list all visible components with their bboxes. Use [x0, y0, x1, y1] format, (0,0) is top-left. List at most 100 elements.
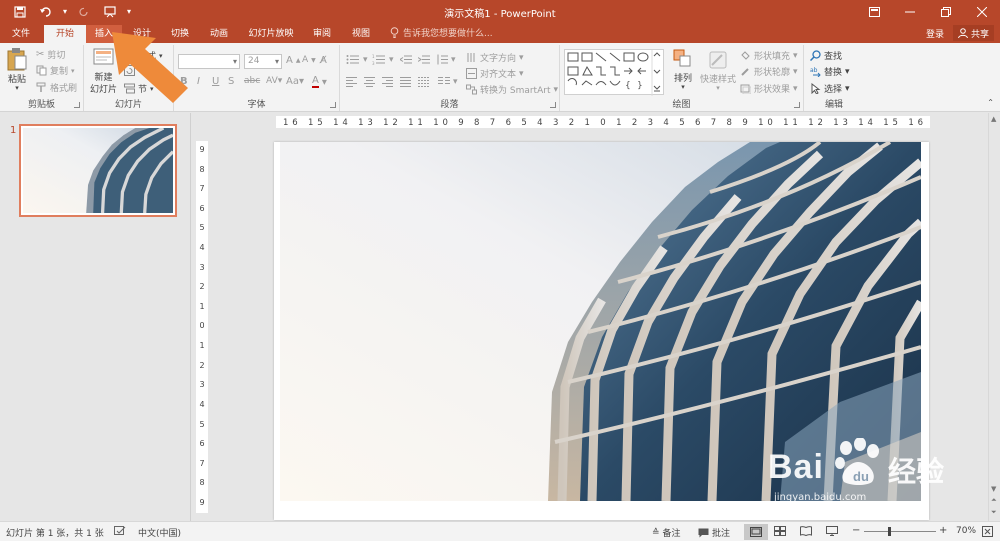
slide-sorter-icon[interactable]: [774, 526, 786, 536]
paragraph-launcher-icon[interactable]: [550, 102, 556, 108]
vertical-ruler-label: 4: [199, 399, 205, 409]
zoom-slider-thumb[interactable]: [888, 527, 891, 536]
paint-bucket-icon: [741, 51, 750, 60]
sign-in-link[interactable]: 登录: [926, 27, 944, 40]
fit-to-window-icon[interactable]: [982, 526, 993, 537]
tab-view[interactable]: 视图: [342, 25, 380, 43]
shadow-icon[interactable]: S: [228, 76, 234, 87]
section-button[interactable]: 节 ▾: [124, 82, 154, 95]
shrink-font-icon[interactable]: A ▼: [302, 55, 316, 65]
spell-check-icon[interactable]: [114, 526, 126, 537]
italic-icon[interactable]: I: [197, 76, 200, 87]
undo-dropdown-icon[interactable]: ▾: [60, 2, 70, 21]
columns-icon[interactable]: ▾: [438, 76, 458, 87]
clipboard-launcher-icon[interactable]: [74, 102, 80, 108]
slide-thumbnail[interactable]: [19, 124, 177, 217]
scroll-down-icon[interactable]: ▼: [991, 485, 996, 493]
slide-canvas[interactable]: [274, 142, 929, 520]
status-bar: 幻灯片 第 1 张，共 1 张 中文(中国) ≙ 备注 批注 − + 70%: [0, 521, 1000, 541]
shape-outline-button[interactable]: 形状轮廓 ▾: [740, 65, 798, 78]
normal-view-icon[interactable]: [744, 524, 768, 540]
clear-format-icon[interactable]: A̸: [320, 55, 327, 66]
zoom-slider[interactable]: [864, 527, 936, 536]
undo-icon[interactable]: [34, 2, 58, 21]
shape-fill-button[interactable]: 形状填充 ▾: [740, 49, 798, 62]
zoom-in-button[interactable]: +: [939, 525, 947, 536]
minimize-icon[interactable]: [892, 0, 928, 23]
tab-animations[interactable]: 动画: [200, 25, 238, 43]
select-button[interactable]: 选择 ▾: [810, 82, 850, 95]
language-status[interactable]: 中文(中国): [138, 526, 181, 539]
align-left-icon[interactable]: [346, 76, 357, 87]
comment-icon: [698, 528, 709, 537]
copy-button[interactable]: 复制 ▾: [36, 64, 75, 77]
customize-qat-icon[interactable]: ▾: [124, 2, 134, 21]
zoom-out-button[interactable]: −: [852, 525, 860, 536]
quick-styles-button[interactable]: 快速样式 ▾: [700, 49, 736, 92]
slideshow-view-icon[interactable]: [826, 526, 838, 536]
tab-transitions[interactable]: 切换: [162, 25, 198, 43]
shape-effects-button[interactable]: 形状效果 ▾: [740, 82, 798, 95]
find-button[interactable]: 查找: [810, 49, 842, 62]
restore-icon[interactable]: [928, 0, 964, 23]
drawing-launcher-icon[interactable]: [794, 102, 800, 108]
paste-button[interactable]: 粘贴 ▾: [6, 47, 28, 92]
notes-button[interactable]: ≙ 备注: [652, 526, 681, 540]
presentation-icon[interactable]: [98, 2, 122, 21]
cut-button[interactable]: ✂ 剪切: [36, 48, 65, 61]
save-icon[interactable]: [8, 2, 32, 21]
building-photo[interactable]: [280, 142, 921, 501]
distributed-icon[interactable]: [418, 76, 429, 87]
vertical-scrollbar[interactable]: ▲ ▼ ⏶ ⏷: [988, 113, 1000, 521]
bullets-icon[interactable]: ▾: [346, 54, 368, 65]
increase-indent-icon[interactable]: [418, 54, 430, 65]
tab-file[interactable]: 文件: [2, 25, 40, 43]
scroll-up-icon[interactable]: ▲: [991, 115, 996, 123]
align-text-button[interactable]: 对齐文本 ▾: [466, 67, 524, 80]
reading-view-icon[interactable]: [800, 526, 812, 536]
tab-slideshow[interactable]: 幻灯片放映: [240, 25, 302, 43]
tab-review[interactable]: 审阅: [304, 25, 340, 43]
text-direction-button[interactable]: 文字方向 ▾: [466, 51, 524, 64]
previous-slide-icon[interactable]: ⏶: [991, 496, 997, 505]
ribbon-display-icon[interactable]: [856, 0, 892, 23]
reset-button[interactable]: [124, 65, 135, 76]
align-right-icon[interactable]: [382, 76, 393, 87]
layout-button[interactable]: 版式 ▾: [124, 49, 163, 62]
quick-access-toolbar: ▾ ▾: [8, 2, 134, 21]
arrange-button[interactable]: 排列 ▾: [672, 48, 694, 91]
change-case-icon[interactable]: Aa▾: [286, 76, 304, 87]
shapes-gallery[interactable]: { }: [564, 49, 664, 96]
font-color-icon[interactable]: A ▾: [312, 76, 327, 88]
new-slide-button[interactable]: 新建 幻灯片: [90, 47, 117, 95]
numbering-icon[interactable]: 1 3 ▾: [372, 54, 394, 65]
char-spacing-icon[interactable]: AV▾: [266, 76, 282, 86]
effects-icon: [740, 84, 751, 94]
convert-smartart-button[interactable]: 转换为 SmartArt ▾: [466, 83, 558, 96]
collapse-ribbon-icon[interactable]: ⌃: [987, 98, 994, 107]
font-size-combo[interactable]: 24 ▾: [244, 54, 282, 69]
tell-me-box[interactable]: 告诉我您想要做什么...: [390, 26, 493, 39]
justify-icon[interactable]: [400, 76, 411, 87]
format-painter-button[interactable]: 格式刷: [36, 81, 77, 94]
replace-button[interactable]: ab 替换 ▾: [810, 65, 850, 79]
close-icon[interactable]: [964, 0, 1000, 23]
tab-home[interactable]: 开始: [44, 25, 86, 43]
font-launcher-icon[interactable]: [330, 102, 336, 108]
underline-icon[interactable]: U: [212, 76, 219, 87]
align-center-icon[interactable]: [364, 76, 375, 87]
share-button[interactable]: 共享: [952, 25, 994, 41]
grow-font-icon[interactable]: A ▲: [286, 55, 300, 66]
slide-thumbnail-pane: 1: [0, 113, 191, 521]
zoom-level[interactable]: 70%: [956, 526, 976, 536]
line-spacing-icon[interactable]: ▾: [436, 54, 456, 65]
font-family-combo[interactable]: ▾: [178, 54, 240, 69]
replace-icon: ab: [810, 67, 821, 77]
decrease-indent-icon[interactable]: [400, 54, 412, 65]
tab-insert[interactable]: 插入: [86, 25, 122, 43]
next-slide-icon[interactable]: ⏷: [991, 508, 997, 517]
comments-button[interactable]: 批注: [698, 526, 730, 539]
strikethrough-icon[interactable]: abc: [244, 76, 260, 86]
tab-design[interactable]: 设计: [124, 25, 160, 43]
bold-icon[interactable]: B: [180, 76, 188, 87]
